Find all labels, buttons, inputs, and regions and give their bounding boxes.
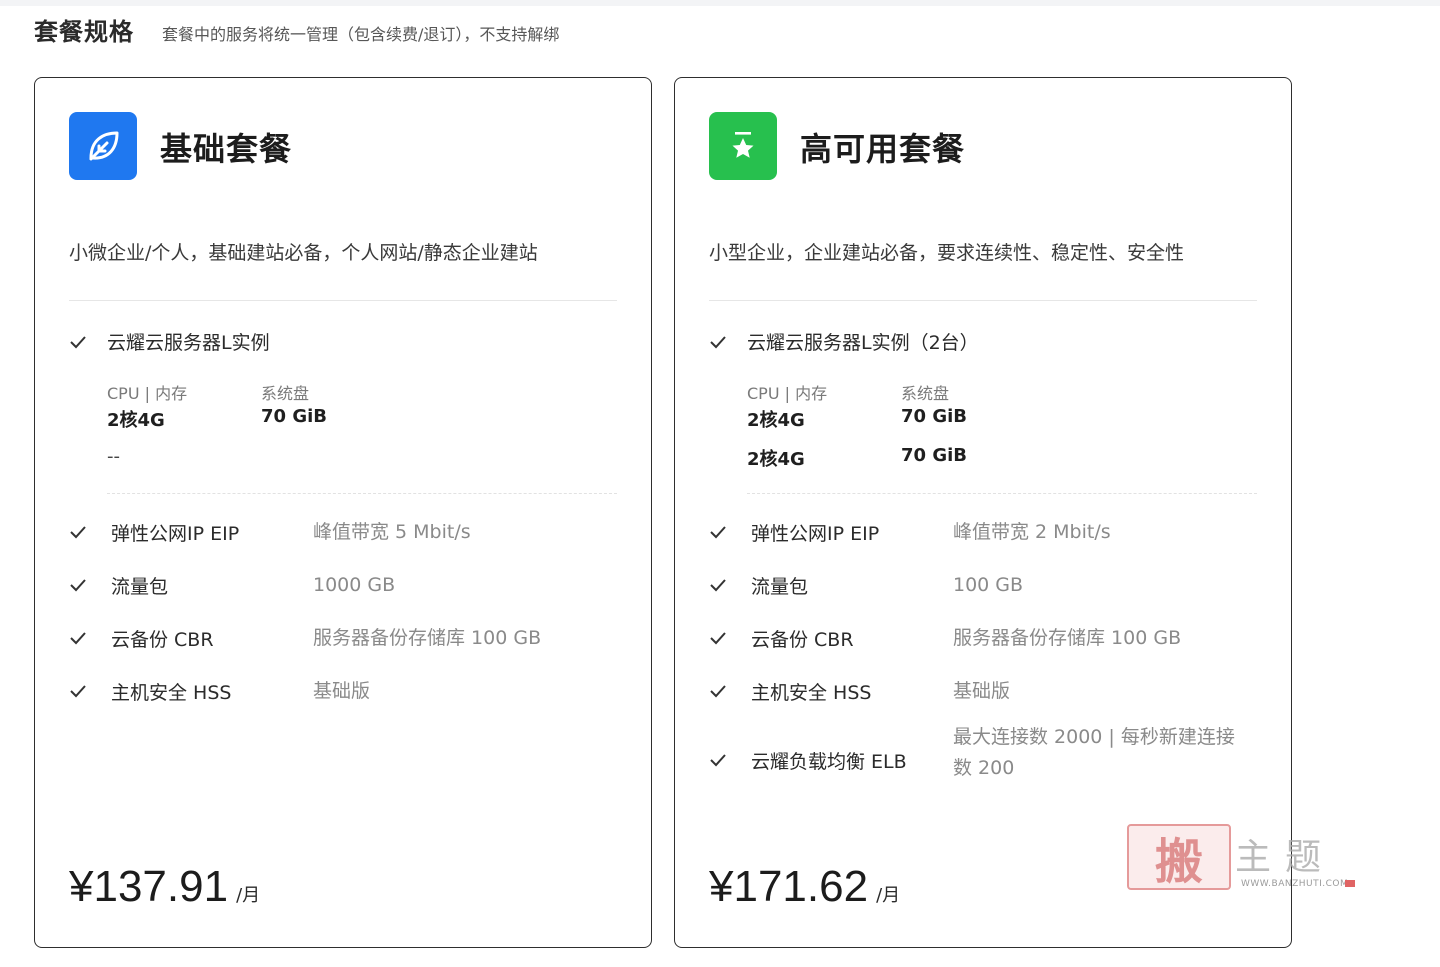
feature-value: 峰值带宽 5 Mbit/s <box>313 520 471 543</box>
price-unit: /月 <box>236 885 261 906</box>
check-icon <box>69 629 87 647</box>
plan-name: 基础套餐 <box>160 130 293 168</box>
check-icon <box>709 682 727 700</box>
price-amount: ¥171.62 <box>709 862 869 911</box>
feature-name: 云备份 CBR <box>751 628 854 651</box>
check-icon <box>69 523 87 541</box>
feature-name: 弹性公网IP EIP <box>751 522 880 545</box>
spec-cpu-value: 2核4G <box>107 410 165 431</box>
spec-disk-value: 70 GiB <box>901 445 967 466</box>
instance-row: 云耀云服务器L实例（2台） <box>709 328 979 355</box>
feature-row: 主机安全 HSS 基础版 <box>709 676 1010 706</box>
price-unit: /月 <box>876 885 901 906</box>
watermark-logo: 搬 主题 WWW.BANZHUTI.COM <box>1127 824 1357 894</box>
top-strip <box>0 0 1440 6</box>
price: ¥171.62 /月 <box>709 862 900 912</box>
check-icon <box>69 682 87 700</box>
spec-cpu-value: 2核4G <box>747 449 805 470</box>
feature-row: 云备份 CBR 服务器备份存储库 100 GB <box>709 623 1181 653</box>
plan-description: 小型企业，企业建站必备，要求连续性、稳定性、安全性 <box>709 242 1185 264</box>
feature-row: 流量包 1000 GB <box>69 570 395 600</box>
star-badge-icon <box>709 112 777 180</box>
watermark-stamp: 搬 <box>1127 824 1231 890</box>
feature-value: 峰值带宽 2 Mbit/s <box>953 520 1111 543</box>
feature-value: 最大连接数 2000 | 每秒新建连接 <box>953 726 1235 748</box>
spec-header-disk: 系统盘 <box>261 384 310 403</box>
feature-value: 基础版 <box>313 679 371 702</box>
section-title: 套餐规格 <box>34 18 134 46</box>
watermark-url: WWW.BANZHUTI.COM <box>1241 879 1349 889</box>
spec-header-disk: 系统盘 <box>901 384 950 403</box>
check-icon <box>69 333 87 351</box>
spec-extra: -- <box>107 446 120 467</box>
check-icon <box>709 629 727 647</box>
feature-row: 云耀负载均衡 ELB 最大连接数 2000 | 每秒新建连接 数 200 <box>709 726 1235 779</box>
instance-label: 云耀云服务器L实例（2台） <box>747 332 979 354</box>
feature-name: 流量包 <box>751 575 809 598</box>
feature-row: 主机安全 HSS 基础版 <box>69 676 370 706</box>
plan-card-high-availability[interactable]: 高可用套餐 小型企业，企业建站必备，要求连续性、稳定性、安全性 云耀云服务器L实… <box>674 77 1292 948</box>
feature-name: 云耀负载均衡 ELB <box>751 750 907 773</box>
divider <box>69 300 617 301</box>
leaf-icon <box>69 112 137 180</box>
feature-name: 弹性公网IP EIP <box>111 522 240 545</box>
feature-row: 流量包 100 GB <box>709 570 1023 600</box>
watermark-mark <box>1345 880 1355 887</box>
feature-value: 100 GB <box>953 573 1024 596</box>
feature-row: 弹性公网IP EIP 峰值带宽 2 Mbit/s <box>709 517 1111 547</box>
instance-label: 云耀云服务器L实例 <box>107 332 270 354</box>
spec-disk-value: 70 GiB <box>261 406 327 427</box>
check-icon <box>709 333 727 351</box>
feature-value: 基础版 <box>953 679 1011 702</box>
feature-name: 主机安全 HSS <box>111 681 232 704</box>
watermark-text: 主题 <box>1235 837 1336 878</box>
feature-value: 服务器备份存储库 100 GB <box>953 626 1182 649</box>
feature-value: 1000 GB <box>313 573 396 596</box>
feature-row: 弹性公网IP EIP 峰值带宽 5 Mbit/s <box>69 517 471 547</box>
spec-header-cpu: CPU | 内存 <box>107 384 188 403</box>
section-header: 套餐规格 套餐中的服务将统一管理（包含续费/退订），不支持解绑 <box>34 12 559 47</box>
spec-disk-value: 70 GiB <box>901 406 967 427</box>
check-icon <box>709 576 727 594</box>
price-amount: ¥137.91 <box>69 862 229 911</box>
feature-name: 流量包 <box>111 575 169 598</box>
feature-name: 云备份 CBR <box>111 628 214 651</box>
dashed-divider <box>747 493 1257 494</box>
feature-value-continued: 数 200 <box>953 757 1015 779</box>
check-icon <box>69 576 87 594</box>
instance-row: 云耀云服务器L实例 <box>69 328 270 355</box>
feature-name: 主机安全 HSS <box>751 681 872 704</box>
plan-card-basic[interactable]: 基础套餐 小微企业/个人，基础建站必备，个人网站/静态企业建站 云耀云服务器L实… <box>34 77 652 948</box>
plan-description: 小微企业/个人，基础建站必备，个人网站/静态企业建站 <box>69 242 538 264</box>
feature-value: 服务器备份存储库 100 GB <box>313 626 542 649</box>
check-icon <box>709 751 727 769</box>
spec-header-cpu: CPU | 内存 <box>747 384 828 403</box>
plan-name: 高可用套餐 <box>800 130 966 168</box>
watermark-stamp-char: 搬 <box>1154 834 1203 890</box>
spec-cpu-value: 2核4G <box>747 410 805 431</box>
feature-row: 云备份 CBR 服务器备份存储库 100 GB <box>69 623 541 653</box>
dashed-divider <box>107 493 617 494</box>
divider <box>709 300 1257 301</box>
price: ¥137.91 /月 <box>69 862 260 912</box>
check-icon <box>709 523 727 541</box>
section-subtitle: 套餐中的服务将统一管理（包含续费/退订），不支持解绑 <box>162 25 560 44</box>
